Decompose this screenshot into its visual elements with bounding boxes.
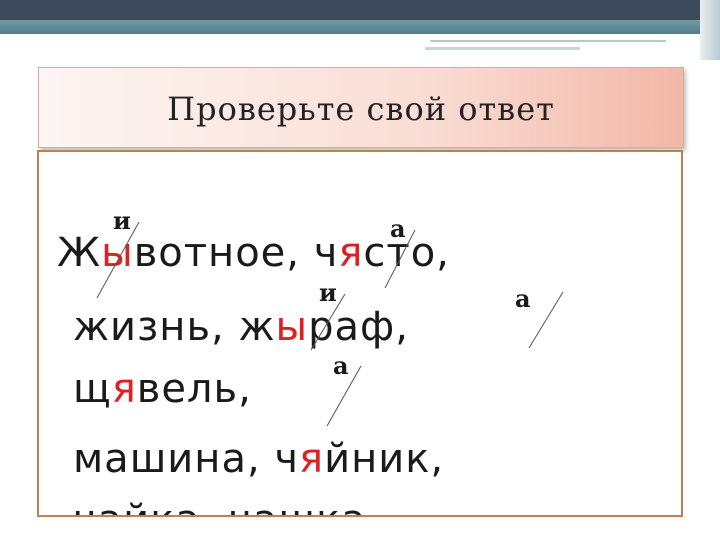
correction-letter: и xyxy=(113,206,131,235)
correction-letter: а xyxy=(390,214,406,243)
decor-line xyxy=(425,47,580,50)
correction-stroke xyxy=(528,291,564,349)
correction-strokes xyxy=(96,221,564,427)
correction-letter: а xyxy=(333,351,349,380)
top-band xyxy=(0,20,720,34)
decor-line xyxy=(430,40,666,42)
corner-accent xyxy=(700,0,720,60)
top-bar xyxy=(0,0,720,20)
correction-letter: и xyxy=(319,278,337,307)
correction-letter: а xyxy=(515,284,531,313)
page-title: Проверьте свой ответ xyxy=(167,90,555,128)
title-box: Проверьте свой ответ xyxy=(38,67,684,148)
answer-box: Жывотное, чясто, жизнь, жыраф, щявель, м… xyxy=(37,150,683,517)
